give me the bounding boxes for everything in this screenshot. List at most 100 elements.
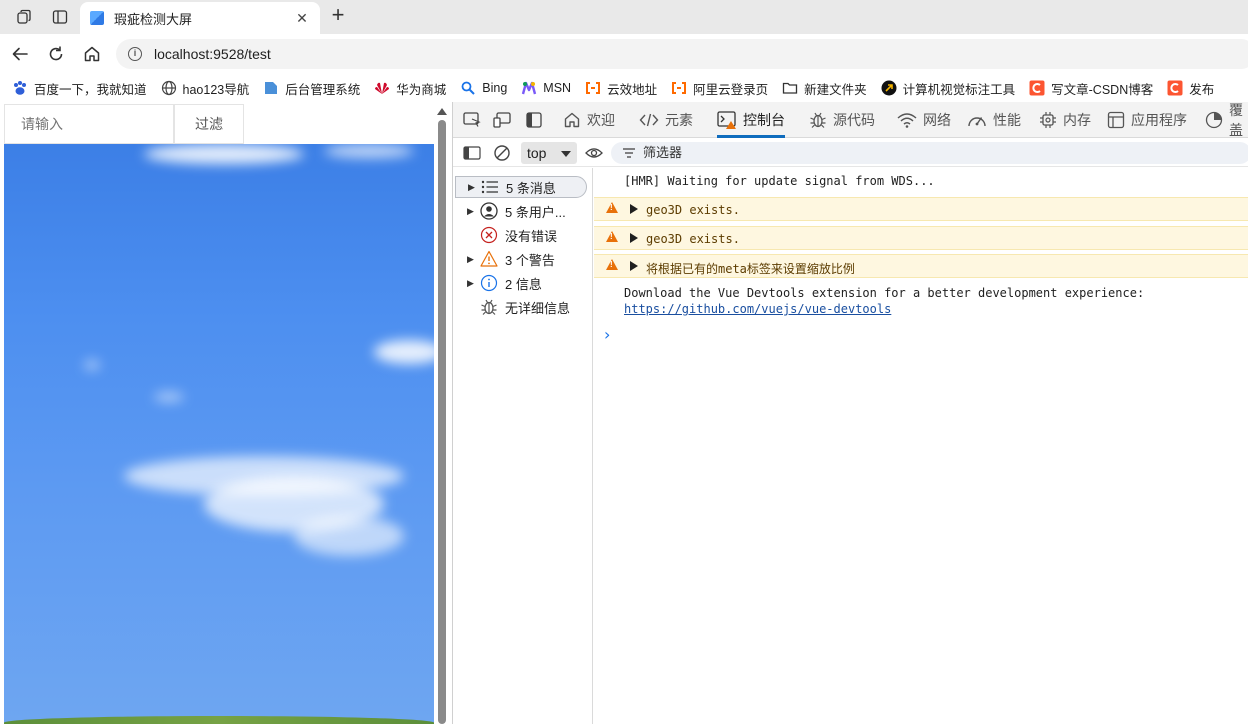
address-bar[interactable]: i localhost:9528/test (116, 39, 1248, 69)
warning-icon (479, 250, 499, 268)
bookmark-item[interactable]: 阿里云登录页 (671, 79, 768, 98)
page-icon (263, 80, 279, 96)
new-tab-button[interactable]: + (326, 4, 350, 28)
devtools-tab-label: 应用程序 (1131, 112, 1187, 128)
expand-triangle-icon[interactable]: ▶ (456, 182, 475, 193)
warning-icon (606, 231, 618, 242)
scrollbar-thumb[interactable] (438, 120, 446, 724)
wifi-icon (897, 112, 917, 128)
bookmark-label: hao123导航 (182, 82, 250, 97)
scroll-up-arrow-icon[interactable] (437, 108, 447, 115)
list-icon (480, 178, 500, 196)
csdn-icon (1167, 80, 1183, 96)
dock-side-icon[interactable] (523, 110, 545, 130)
console-warning[interactable]: 将根据已有的meta标签来设置缩放比例 (594, 254, 1248, 278)
console-warning[interactable]: geo3D exists. (594, 197, 1248, 221)
console-warning[interactable]: geo3D exists. (594, 226, 1248, 250)
bookmark-item[interactable]: 云效地址 (585, 79, 657, 98)
bookmark-label: 后台管理系统 (285, 82, 361, 97)
expand-triangle-icon[interactable] (630, 261, 638, 271)
page-scrollbar[interactable] (434, 102, 452, 724)
console-sidebar-item[interactable]: ▶ 3 个警告 (455, 248, 587, 270)
bookmark-item[interactable]: Bing (460, 80, 507, 96)
bug-icon (809, 111, 827, 129)
workspaces-icon[interactable] (13, 6, 35, 28)
device-emulation-icon[interactable] (491, 110, 513, 130)
console-sidebar-item[interactable]: 没有错误 (455, 224, 587, 246)
bookmark-item[interactable]: 发布 (1167, 79, 1214, 98)
console-prompt-chevron-icon[interactable]: › (604, 325, 610, 344)
browser-tab[interactable]: 瑕疵检测大屏 ✕ (80, 2, 320, 34)
bookmark-label: 新建文件夹 (804, 82, 867, 97)
console-icon (717, 111, 737, 129)
devtools-tab[interactable]: 网络 (897, 102, 951, 138)
context-selector-label: top (527, 145, 547, 161)
bookmark-item[interactable]: 后台管理系统 (263, 79, 360, 98)
console-sidebar-item[interactable]: ▶ 5 条消息 (455, 176, 587, 198)
console-warning-text: geo3D exists. (646, 232, 740, 246)
console-sidebar-label: 无详细信息 (505, 300, 571, 316)
expand-triangle-icon[interactable]: ▶ (455, 206, 474, 217)
bookmark-label: 华为商城 (396, 82, 447, 97)
devtools-tab[interactable]: 内存 (1039, 102, 1091, 138)
url-text[interactable]: localhost:9528/test (154, 46, 271, 62)
toggle-sidebar-icon[interactable] (461, 143, 483, 163)
console-filter-input[interactable]: 筛选器 (611, 142, 1248, 164)
csdn-icon (1029, 80, 1045, 96)
devtools-tab[interactable]: 应用程序 (1107, 102, 1187, 138)
devtools-tab[interactable]: 欢迎 (563, 102, 615, 138)
expand-triangle-icon[interactable]: ▶ (455, 278, 474, 289)
devtools-tab-label: 网络 (923, 112, 951, 128)
close-tab-icon[interactable]: ✕ (294, 10, 310, 26)
console-warning-text: geo3D exists. (646, 203, 740, 217)
filter-input[interactable] (4, 104, 174, 144)
baidu-paw-icon (12, 80, 28, 96)
console-sidebar-item[interactable]: ▶ 5 条用户... (455, 200, 587, 222)
filter-icon (623, 148, 635, 158)
devtools-tab[interactable]: 元素 (639, 102, 693, 138)
bookmark-item[interactable]: 计算机视觉标注工具 (881, 79, 1015, 98)
error-icon (479, 226, 499, 244)
devtools-tab-bar: 欢迎 元素 控制台 源代码 网络 性能 内存 应用程序 覆盖 (453, 102, 1248, 138)
console-message: Download the Vue Devtools extension for … (594, 282, 1248, 322)
bookmark-item[interactable]: MSN (521, 80, 571, 96)
vue-devtools-link[interactable]: https://github.com/vuejs/vue-devtools (624, 302, 891, 316)
bookmark-label: 写文章-CSDN博客 (1051, 82, 1154, 97)
app-icon (1107, 111, 1125, 129)
vertical-tabs-icon[interactable] (49, 6, 71, 28)
navigation-bar: i localhost:9528/test (0, 34, 1248, 74)
devtools-tab[interactable]: 源代码 (809, 102, 875, 138)
back-arrow-icon[interactable] (8, 42, 32, 66)
context-selector[interactable]: top (521, 142, 577, 164)
refresh-icon[interactable] (44, 42, 68, 66)
filter-label: 筛选器 (643, 145, 683, 160)
devtools-tab-label: 源代码 (833, 112, 875, 128)
home-icon[interactable] (80, 42, 104, 66)
bookmark-item[interactable]: 写文章-CSDN博客 (1029, 79, 1153, 98)
live-expression-eye-icon[interactable] (583, 143, 605, 163)
console-message: [HMR] Waiting for update signal from WDS… (594, 174, 1248, 192)
info-icon (479, 274, 499, 292)
expand-triangle-icon[interactable] (630, 204, 638, 214)
clear-console-icon[interactable] (491, 143, 513, 163)
bookmark-item[interactable]: hao123导航 (161, 79, 250, 98)
devtools-tab[interactable]: 覆盖 (1205, 102, 1248, 138)
console-warning-text: 将根据已有的meta标签来设置缩放比例 (646, 262, 855, 276)
console-sidebar-label: 2 信息 (505, 276, 542, 292)
chevron-down-icon (561, 151, 571, 157)
devtools-tab[interactable]: 控制台 (717, 102, 785, 138)
console-sidebar-item[interactable]: ▶ 2 信息 (455, 272, 587, 294)
devtools-tab[interactable]: 性能 (967, 102, 1021, 138)
bookmark-item[interactable]: 华为商城 (374, 79, 446, 98)
console-sidebar-item[interactable]: 无详细信息 (455, 296, 587, 318)
filter-button[interactable]: 过滤 (174, 104, 244, 144)
bookmark-label: 百度一下，我就知道 (34, 82, 147, 97)
expand-triangle-icon[interactable]: ▶ (455, 254, 474, 265)
bookmark-item[interactable]: 新建文件夹 (782, 79, 867, 98)
bookmark-label: MSN (543, 81, 572, 95)
bookmark-item[interactable]: 百度一下，我就知道 (12, 79, 147, 98)
inspect-element-icon[interactable] (461, 110, 483, 130)
bookmark-label: 发布 (1189, 82, 1215, 97)
expand-triangle-icon[interactable] (630, 233, 638, 243)
site-info-icon[interactable]: i (128, 47, 142, 61)
